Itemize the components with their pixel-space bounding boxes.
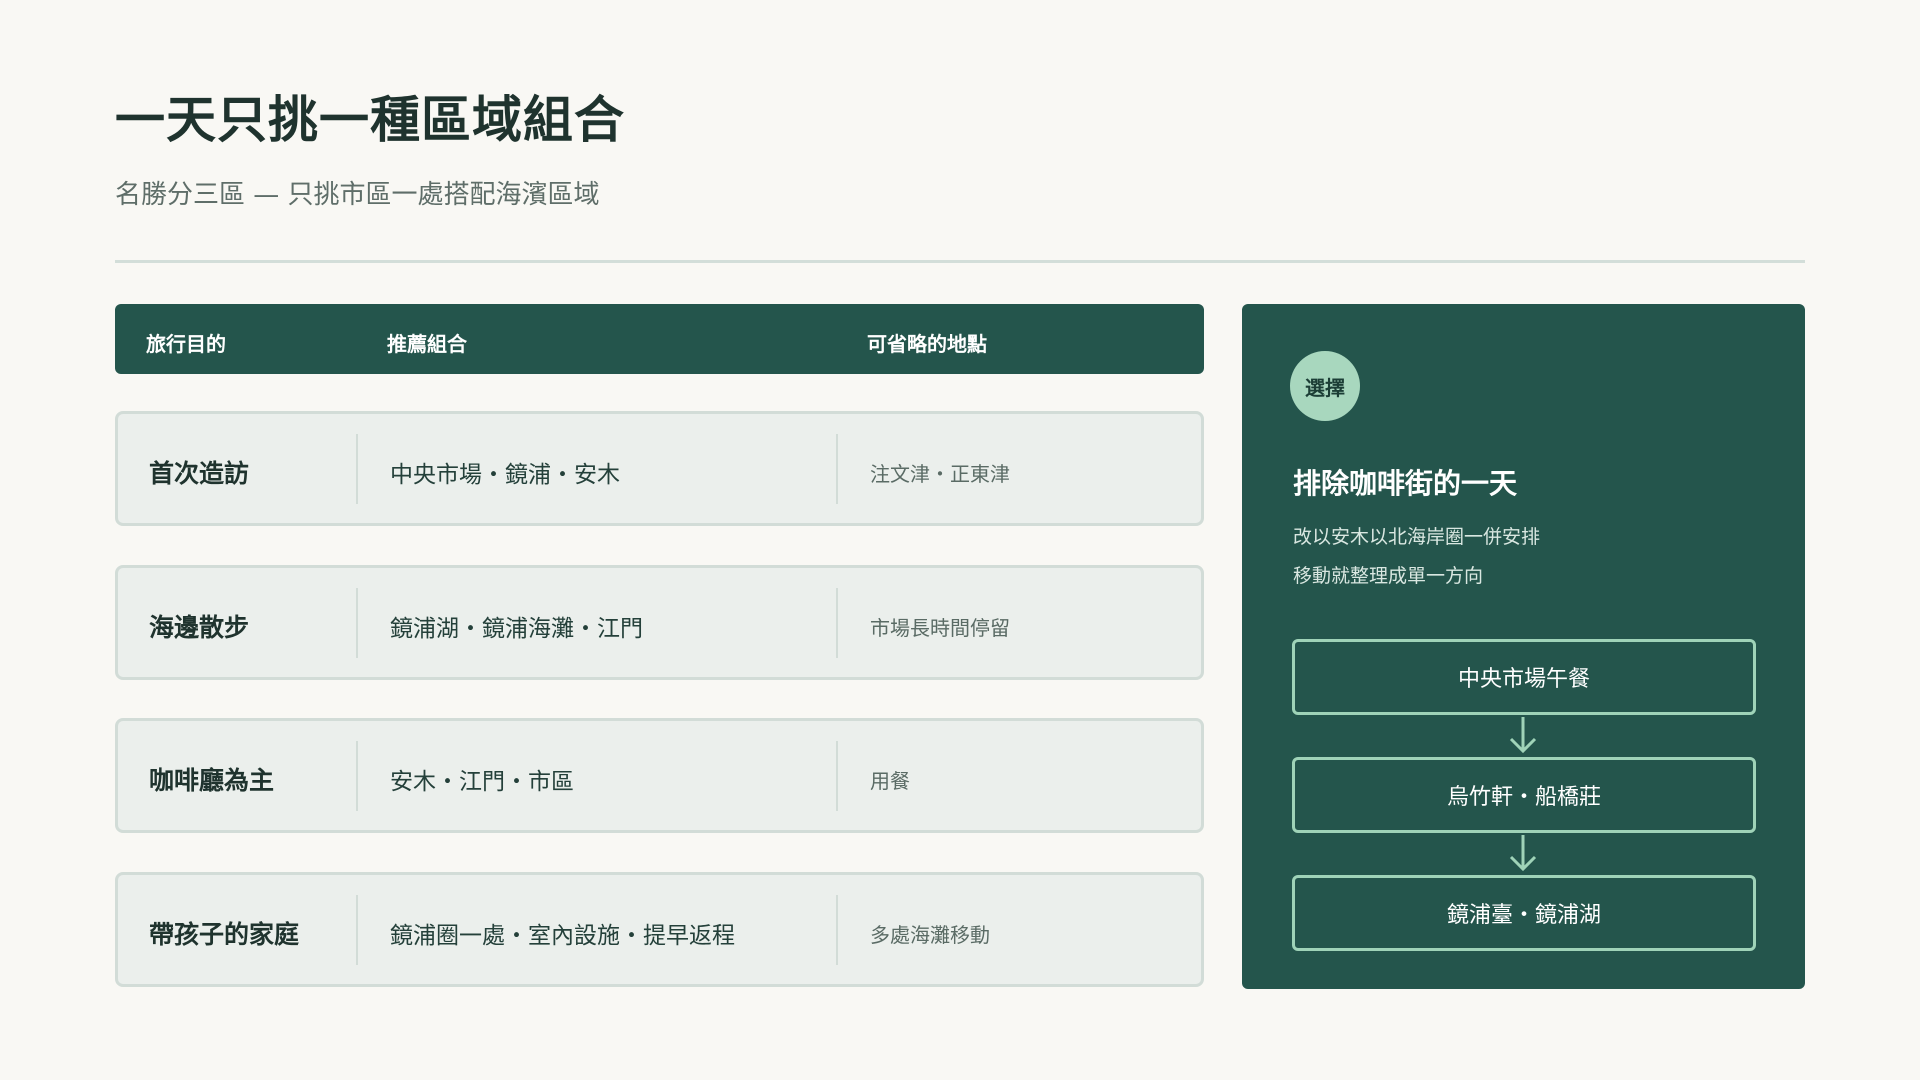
page-title: 一天只挑一種區域組合 [115,91,625,149]
column-separator [836,588,838,658]
column-separator [356,741,358,811]
column-separator [836,741,838,811]
column-separator [356,895,358,965]
header-divider [115,260,1805,263]
row-combo: 安木・江門・市區 [390,769,574,795]
row-combo: 鏡浦圈一處・室內設施・提早返程 [390,923,735,949]
row-skip: 注文津・正東津 [870,462,1010,486]
table-row: 海邊散步 鏡浦湖・鏡浦海灘・江門 市場長時間停留 [115,565,1204,680]
flow-step-1: 中央市場午餐 [1292,639,1756,715]
table-header: 旅行目的 推薦組合 可省略的地點 [115,304,1204,374]
row-purpose: 首次造訪 [149,459,250,488]
choice-badge: 選擇 [1290,351,1360,421]
panel-title: 排除咖啡街的一天 [1293,467,1518,500]
row-skip: 多處海灘移動 [870,923,990,947]
table-row: 首次造訪 中央市場・鏡浦・安木 注文津・正東津 [115,411,1204,526]
arrow-down-icon [1509,835,1537,872]
row-combo: 鏡浦湖・鏡浦海灘・江門 [390,616,643,642]
row-purpose: 咖啡廳為主 [149,766,275,795]
header-purpose: 旅行目的 [146,332,226,356]
row-purpose: 帶孩子的家庭 [149,920,300,949]
table-row: 咖啡廳為主 安木・江門・市區 用餐 [115,718,1204,833]
table-row: 帶孩子的家庭 鏡浦圈一處・室內設施・提早返程 多處海灘移動 [115,872,1204,987]
column-separator [836,895,838,965]
flow-step-2: 烏竹軒・船橋莊 [1292,757,1756,833]
flow-step-3: 鏡浦臺・鏡浦湖 [1292,875,1756,951]
page-subtitle: 名勝分三區 — 只挑市區一處搭配海濱區域 [115,180,600,210]
row-skip: 用餐 [870,769,910,793]
column-separator [836,434,838,504]
row-purpose: 海邊散步 [149,613,250,642]
arrow-down-icon [1509,717,1537,754]
column-separator [356,588,358,658]
column-separator [356,434,358,504]
header-combo: 推薦組合 [387,332,467,356]
row-skip: 市場長時間停留 [870,616,1010,640]
panel-description-line: 改以安木以北海岸圈一併安排 [1293,526,1541,548]
recommendation-panel: 選擇 排除咖啡街的一天 改以安木以北海岸圈一併安排 移動就整理成單一方向 中央市… [1242,304,1805,989]
panel-description-line: 移動就整理成單一方向 [1293,565,1484,587]
row-combo: 中央市場・鏡浦・安木 [390,462,620,488]
header-skip: 可省略的地點 [867,332,987,356]
